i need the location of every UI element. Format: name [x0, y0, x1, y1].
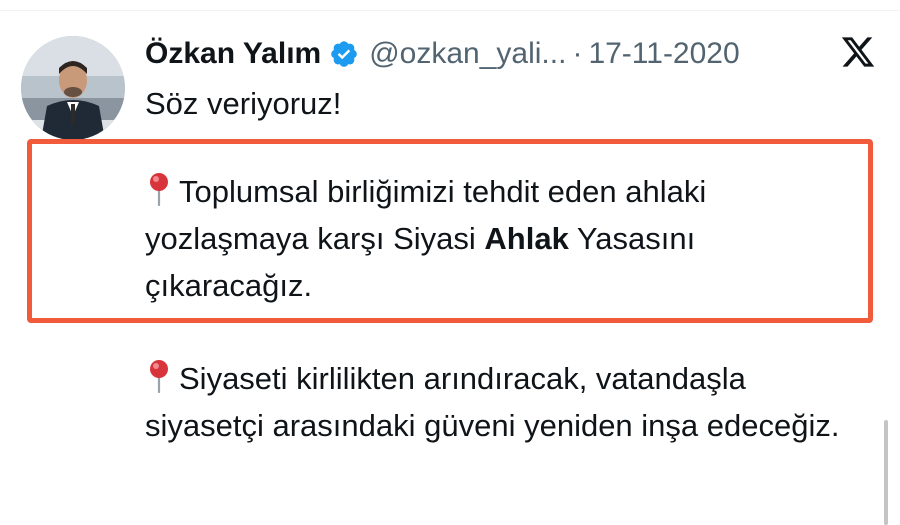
author-name[interactable]: Özkan Yalım — [145, 37, 321, 71]
author-handle[interactable]: @ozkan_yali... — [369, 37, 566, 71]
header-separator: · — [572, 37, 583, 70]
tweet-first-line: Söz veriyoruz! — [145, 86, 342, 121]
tweet-paragraph-1: Toplumsal birliğimizi tehdit eden ahlaki… — [145, 168, 845, 309]
tweet-date[interactable]: 17-11-2020 — [588, 37, 739, 71]
paragraph-2-text: Siyaseti kirlilikten arındıracak, vatand… — [145, 361, 840, 443]
vertical-scrollbar[interactable] — [884, 420, 888, 525]
tweet-paragraph-2: Siyaseti kirlilikten arındıracak, vatand… — [145, 355, 845, 449]
avatar-photo — [21, 36, 125, 140]
round-pushpin-icon — [145, 359, 173, 394]
x-logo-icon[interactable] — [840, 34, 876, 70]
verified-badge-icon — [329, 39, 359, 69]
top-divider — [0, 10, 900, 11]
paragraph-1-bold-word: Ahlak — [484, 221, 569, 256]
round-pushpin-icon — [145, 172, 173, 207]
author-avatar[interactable] — [21, 36, 125, 140]
tweet-header: Özkan Yalım @ozkan_yali... · 17-11-2020 — [145, 34, 740, 74]
